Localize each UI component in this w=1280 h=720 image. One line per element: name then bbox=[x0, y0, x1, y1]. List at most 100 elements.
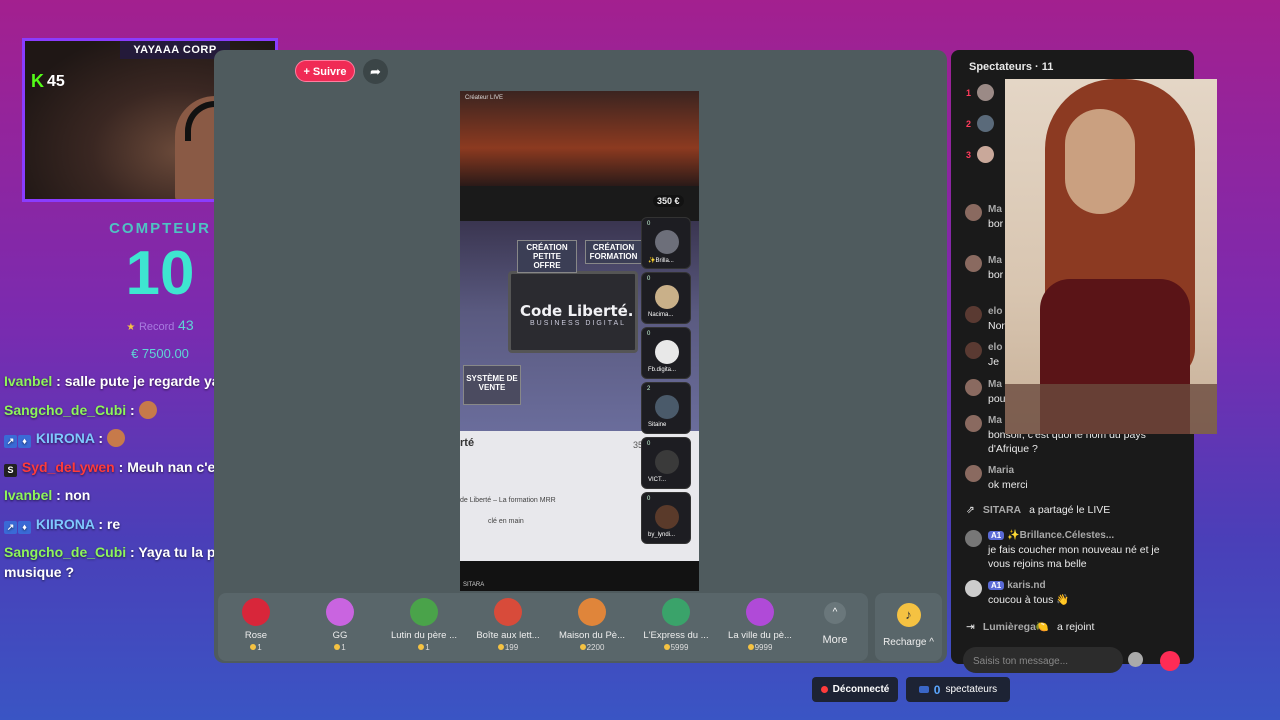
rank-row[interactable]: 1 bbox=[966, 84, 995, 101]
gift-item[interactable]: GG 1 bbox=[298, 598, 382, 652]
house-icon bbox=[578, 598, 606, 626]
guest-count: 2 bbox=[647, 386, 651, 392]
comment-author: elo bbox=[988, 342, 1003, 353]
train-icon bbox=[662, 598, 690, 626]
follow-button[interactable]: + Suivre bbox=[295, 60, 355, 82]
emote-icon bbox=[106, 429, 125, 447]
chat-username: Syd_deLywen bbox=[21, 458, 115, 475]
coin-icon bbox=[579, 644, 586, 650]
face-shape bbox=[1065, 109, 1135, 214]
comment-author: Maria bbox=[988, 465, 1015, 476]
gg-icon bbox=[326, 598, 354, 626]
price-pill: 350 € bbox=[653, 195, 684, 207]
rank-number: 2 bbox=[966, 118, 972, 129]
event-text: a partagé le LIVE bbox=[1029, 504, 1111, 516]
guest-tile[interactable]: 0 VICT... bbox=[641, 437, 691, 489]
gift-item[interactable]: Rose 1 bbox=[214, 598, 298, 652]
guest-count: 0 bbox=[647, 331, 651, 337]
gift-item[interactable]: Maison du Pè... 2200 bbox=[550, 598, 634, 652]
rank-row[interactable]: 3 bbox=[966, 146, 995, 163]
gift-name: Rose bbox=[244, 630, 268, 641]
guest-tile[interactable]: 2 Sitaine bbox=[641, 382, 691, 434]
town-icon bbox=[746, 598, 774, 626]
counter-label: COMPTEUR bbox=[109, 220, 211, 237]
gift-item[interactable]: L'Express du ... 5999 bbox=[634, 598, 718, 652]
video-white-line: clé en main bbox=[488, 518, 524, 525]
coin-icon bbox=[663, 644, 670, 650]
badge-icon: ↗ bbox=[4, 435, 17, 448]
gift-price-value: 199 bbox=[504, 643, 519, 652]
guest-name: by_lyndi... bbox=[648, 532, 676, 538]
event-user: SITARA bbox=[982, 504, 1022, 516]
emote-icon bbox=[138, 400, 157, 419]
guest-avatar bbox=[655, 505, 679, 529]
gift-price-value: 9999 bbox=[754, 643, 773, 652]
gift-price-value: 2200 bbox=[586, 643, 605, 652]
emoji-icon[interactable] bbox=[1128, 652, 1143, 667]
gift-price-value: 1 bbox=[425, 643, 430, 652]
guest-name: Nacima... bbox=[648, 312, 674, 318]
video-watermark: SITARA bbox=[463, 582, 485, 588]
enter-icon: ⇥ bbox=[966, 620, 975, 633]
elf-icon bbox=[410, 598, 438, 626]
comment-author: Ma bbox=[988, 379, 1002, 390]
gift-price: 1 bbox=[298, 643, 382, 652]
share-event: ⇗ SITARA a partagé le LIVE bbox=[966, 504, 1110, 516]
guest-tile[interactable]: 0 by_lyndi... bbox=[641, 492, 691, 544]
recharge-label: Recharge ^ bbox=[883, 637, 934, 648]
guest-name: Sitaine bbox=[648, 422, 667, 428]
viewer-count-value: 45 bbox=[47, 72, 65, 90]
record-label: Record bbox=[138, 321, 175, 333]
video-tag: CRÉATION FORMATION bbox=[585, 240, 642, 264]
avatar bbox=[977, 84, 995, 101]
amount-value: € 7500.00 bbox=[131, 346, 189, 361]
event-user: Lumièrеga🍋 bbox=[982, 621, 1049, 633]
rank-row[interactable]: 2 bbox=[966, 115, 995, 132]
chat-username: Sangcho_de_Cubi bbox=[4, 401, 127, 418]
event-text: a rejoint bbox=[1057, 620, 1095, 633]
viewers-title: Spectateurs · 11 bbox=[969, 61, 1054, 73]
comment-author: karis.nd bbox=[1007, 580, 1046, 591]
gift-item[interactable]: Boîte aux lett... 199 bbox=[466, 598, 550, 652]
gift-item[interactable]: Lutin du père ... 1 bbox=[382, 598, 466, 652]
guest-tile[interactable]: 0 Fb.digita... bbox=[641, 327, 691, 379]
avatar bbox=[965, 415, 982, 432]
gift-price-value: 1 bbox=[341, 643, 346, 652]
guest-count: 0 bbox=[647, 496, 651, 502]
chat-text: : bbox=[130, 401, 135, 418]
gift-name: Maison du Pè... bbox=[558, 630, 625, 641]
guest-avatar bbox=[655, 230, 679, 254]
avatar bbox=[965, 530, 982, 547]
avatar bbox=[977, 115, 995, 132]
heart-icon[interactable] bbox=[1160, 651, 1180, 671]
comment-text: pou bbox=[988, 393, 1006, 405]
video-subtitle: BUSINESS DIGITAL bbox=[530, 320, 627, 327]
gift-price: 9999 bbox=[718, 643, 802, 652]
more-gifts-button[interactable]: ^ More bbox=[812, 598, 858, 646]
avatar bbox=[965, 342, 982, 359]
star-icon: ★ bbox=[126, 322, 136, 333]
guest-name: Fb.digita... bbox=[648, 367, 677, 373]
video-title: Code Liberté. bbox=[520, 302, 634, 320]
message-input[interactable]: Saisis ton message... bbox=[963, 647, 1123, 673]
recharge-button[interactable]: ♪ Recharge ^ bbox=[875, 593, 942, 661]
avatar bbox=[965, 204, 982, 221]
gift-price-value: 5999 bbox=[670, 643, 689, 652]
kick-viewer-count: K 45 bbox=[31, 71, 65, 92]
badge-icon: ♦ bbox=[18, 435, 31, 448]
comment-text: Nor bbox=[988, 320, 1005, 332]
share-icon[interactable]: ➦ bbox=[363, 59, 388, 84]
gift-item[interactable]: La ville du pè... 9999 bbox=[718, 598, 802, 652]
guest-tile[interactable]: 0 Nacima... bbox=[641, 272, 691, 324]
rose-icon bbox=[242, 598, 270, 626]
avatar bbox=[965, 465, 982, 482]
guest-tile[interactable]: 0 ✨Brilla... bbox=[641, 217, 691, 269]
connection-label: Déconnecté bbox=[832, 684, 890, 695]
guest-count: 0 bbox=[647, 221, 651, 227]
viewers-icon bbox=[918, 686, 929, 693]
video-white-heading: rté bbox=[460, 437, 475, 449]
comment: A1 karis.nd coucou à tous 👋 bbox=[965, 579, 1175, 607]
more-label: More bbox=[822, 634, 848, 646]
rank-number: 1 bbox=[966, 87, 972, 98]
guest-name: VICT... bbox=[648, 477, 667, 483]
